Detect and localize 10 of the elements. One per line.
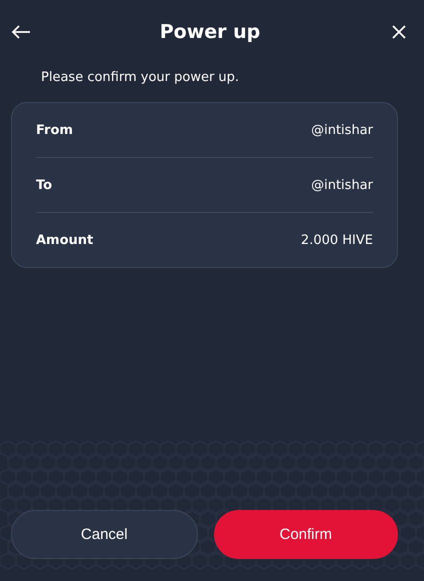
detail-label: To: [36, 178, 52, 192]
cancel-button[interactable]: Cancel: [11, 510, 198, 559]
page-title: Power up: [160, 21, 260, 43]
detail-label: From: [36, 122, 73, 138]
detail-label: Amount: [36, 232, 94, 248]
confirm-button[interactable]: Confirm: [214, 510, 398, 559]
subtitle: Please confirm your power up.: [41, 70, 240, 85]
detail-value: @intishar: [311, 178, 373, 192]
detail-value: @intishar: [311, 122, 373, 138]
detail-value: 2.000 HIVE: [300, 232, 373, 248]
